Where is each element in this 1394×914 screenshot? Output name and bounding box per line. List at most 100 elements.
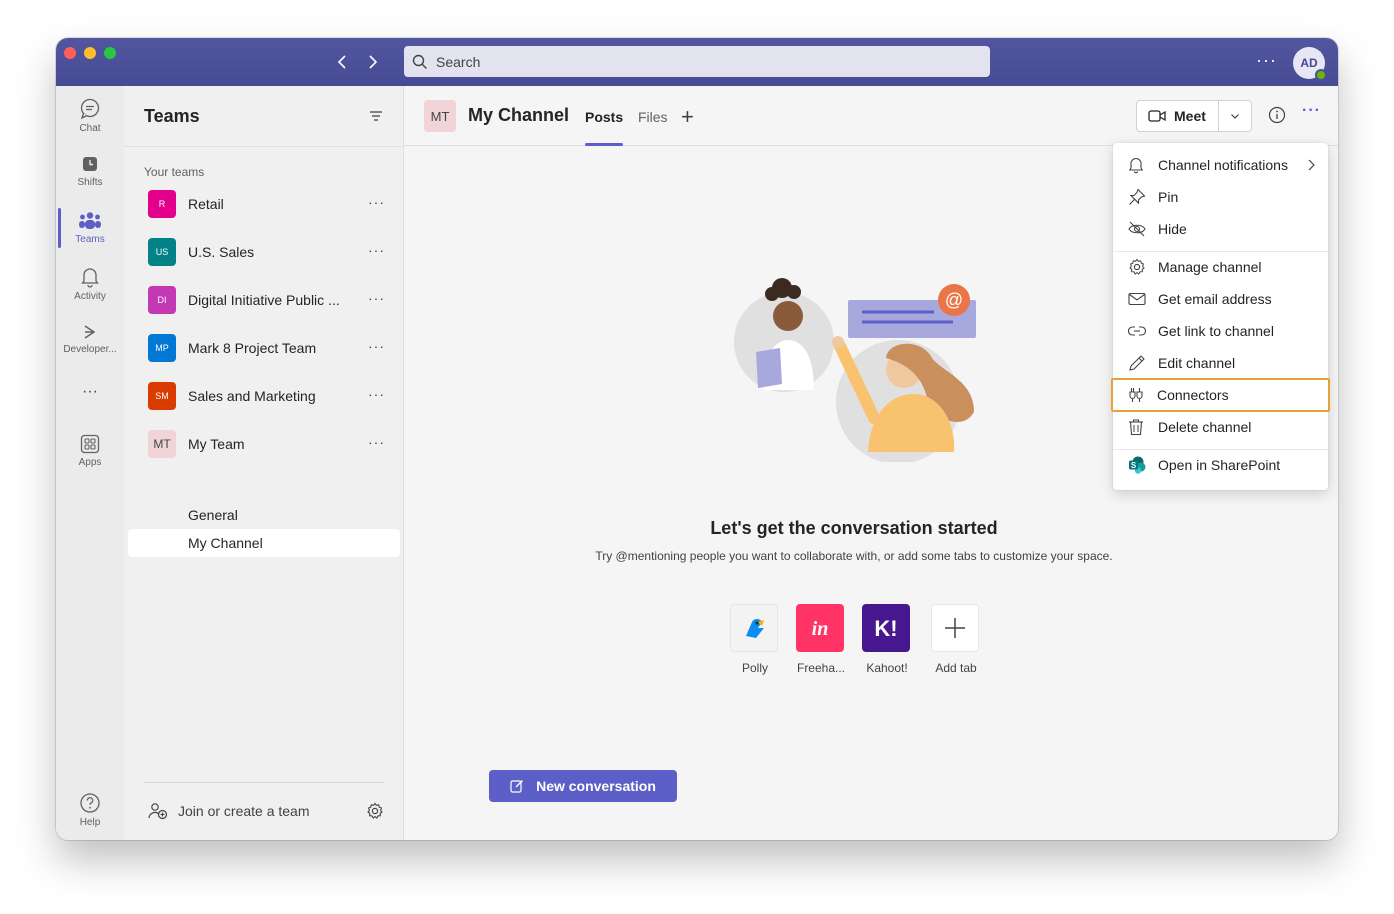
plus-icon (945, 618, 965, 638)
avatar-initials: AD (1300, 56, 1318, 70)
chevron-down-icon (1231, 114, 1239, 119)
team-row-digital-initiative[interactable]: DI Digital Initiative Public ... ··· (128, 278, 400, 322)
team-more-button[interactable]: ··· (368, 242, 385, 258)
rail-item-help[interactable]: Help (56, 784, 124, 836)
channel-avatar: MT (424, 100, 456, 132)
new-conversation-button[interactable]: New conversation (489, 770, 677, 802)
pin-icon (1129, 188, 1146, 205)
rail-label-shifts: Shifts (77, 177, 103, 188)
panel-divider (124, 146, 404, 147)
user-avatar[interactable]: AD (1293, 47, 1327, 81)
menu-item-channel-notifications[interactable]: Channel notifications (1113, 149, 1328, 181)
team-avatar: SM (148, 382, 176, 410)
chevron-right-icon (369, 55, 378, 69)
meet-label: Meet (1174, 108, 1206, 124)
add-tab-tile (931, 604, 979, 652)
channel-info-button[interactable] (1268, 106, 1286, 129)
menu-item-open-sharepoint[interactable]: S Open in SharePoint (1113, 449, 1328, 481)
menu-item-connectors[interactable]: Connectors (1111, 378, 1330, 412)
menu-item-label: Connectors (1157, 387, 1229, 403)
rail-item-shifts[interactable]: Shifts (56, 145, 124, 197)
manage-teams-button[interactable] (366, 802, 384, 825)
join-create-team-button[interactable]: Join or create a team (148, 802, 310, 820)
rail-item-chat[interactable]: Chat (56, 90, 124, 142)
filter-button[interactable] (368, 108, 384, 129)
apps-icon (80, 434, 100, 454)
menu-item-edit-channel[interactable]: Edit channel (1113, 347, 1328, 379)
menu-item-get-email[interactable]: Get email address (1113, 283, 1328, 315)
tab-posts[interactable]: Posts (585, 109, 623, 125)
minimize-window-button[interactable] (84, 47, 96, 59)
zoom-window-button[interactable] (104, 47, 116, 59)
shifts-icon (83, 157, 97, 171)
search-bar[interactable] (404, 46, 990, 77)
team-avatar: R (148, 190, 176, 218)
app-tile-polly[interactable]: Polly (730, 604, 780, 675)
team-row-retail[interactable]: R Retail ··· (128, 182, 400, 226)
menu-item-manage-channel[interactable]: Manage channel (1113, 251, 1328, 283)
rail-item-apps[interactable]: Apps (56, 425, 124, 477)
team-name: Sales and Marketing (188, 388, 316, 404)
rail-label-apps: Apps (78, 457, 102, 468)
channel-my-channel[interactable]: My Channel (128, 529, 400, 557)
link-icon (1128, 326, 1146, 336)
add-tab-button[interactable]: + (681, 104, 694, 130)
your-teams-label: Your teams (144, 165, 205, 179)
team-row-sales-marketing[interactable]: SM Sales and Marketing ··· (128, 374, 400, 418)
menu-item-label: Open in SharePoint (1158, 457, 1281, 473)
pencil-icon (1129, 355, 1145, 371)
empty-state-subtitle: Try @mentioning people you want to colla… (595, 549, 1113, 563)
panel-title: Teams (144, 106, 200, 126)
meet-dropdown-button[interactable] (1219, 101, 1251, 131)
invision-in-icon: in (812, 618, 829, 640)
app-tile-label: Add tab (935, 661, 977, 675)
tab-files[interactable]: Files (638, 109, 668, 125)
info-icon (1268, 106, 1286, 124)
mail-icon (1128, 292, 1146, 306)
chevron-left-icon (337, 55, 346, 69)
team-more-button[interactable]: ··· (368, 338, 385, 354)
channel-general[interactable]: General (128, 501, 400, 529)
panel-bottom-divider (144, 782, 384, 783)
app-tile-freehand[interactable]: in Freeha... (796, 604, 846, 675)
conversation-illustration: @ (734, 278, 976, 462)
settings-more-button[interactable]: ··· (1256, 50, 1277, 71)
rail-item-teams[interactable]: Teams (56, 202, 124, 254)
teams-panel: Teams Your teams R Retail ··· US U.S. Sa… (124, 86, 404, 840)
meet-button[interactable]: Meet (1137, 101, 1219, 131)
team-avatar: MP (148, 334, 176, 362)
menu-item-hide[interactable]: Hide (1113, 213, 1328, 245)
team-row-my-team[interactable]: MT My Team ··· (128, 422, 400, 466)
compose-icon (510, 780, 524, 793)
menu-item-label: Pin (1158, 189, 1179, 205)
app-tile-add-tab[interactable]: Add tab (931, 604, 981, 675)
rail-label-help: Help (79, 817, 101, 828)
rail-item-activity[interactable]: Activity (56, 258, 124, 310)
gear-icon (1129, 258, 1145, 275)
team-more-button[interactable]: ··· (368, 290, 385, 306)
team-more-button[interactable]: ··· (368, 194, 385, 210)
team-row-us-sales[interactable]: US U.S. Sales ··· (128, 230, 400, 274)
polly-logo (730, 604, 778, 652)
team-avatar: DI (148, 286, 176, 314)
team-row-mark8[interactable]: MP Mark 8 Project Team ··· (128, 326, 400, 370)
sharepoint-icon: S (1129, 456, 1146, 474)
developer-portal-icon (84, 325, 96, 339)
search-input[interactable] (436, 53, 956, 70)
channel-more-options-button[interactable]: ··· (1302, 102, 1321, 120)
forward-button[interactable] (362, 52, 382, 72)
team-more-button[interactable]: ··· (368, 386, 385, 402)
rail-item-developer[interactable]: Developer... (56, 313, 124, 365)
menu-item-pin[interactable]: Pin (1113, 181, 1328, 213)
meet-button-group: Meet (1136, 100, 1252, 132)
menu-item-get-link[interactable]: Get link to channel (1113, 315, 1328, 347)
rail-more-apps[interactable]: ··· (56, 366, 124, 418)
teams-icon (79, 212, 101, 229)
people-add-icon (148, 803, 168, 820)
back-button[interactable] (333, 52, 353, 72)
app-tile-kahoot[interactable]: K! Kahoot! (862, 604, 912, 675)
help-icon (80, 793, 100, 813)
close-window-button[interactable] (64, 47, 76, 59)
team-more-button[interactable]: ··· (368, 434, 385, 450)
menu-item-delete-channel[interactable]: Delete channel (1113, 411, 1328, 443)
